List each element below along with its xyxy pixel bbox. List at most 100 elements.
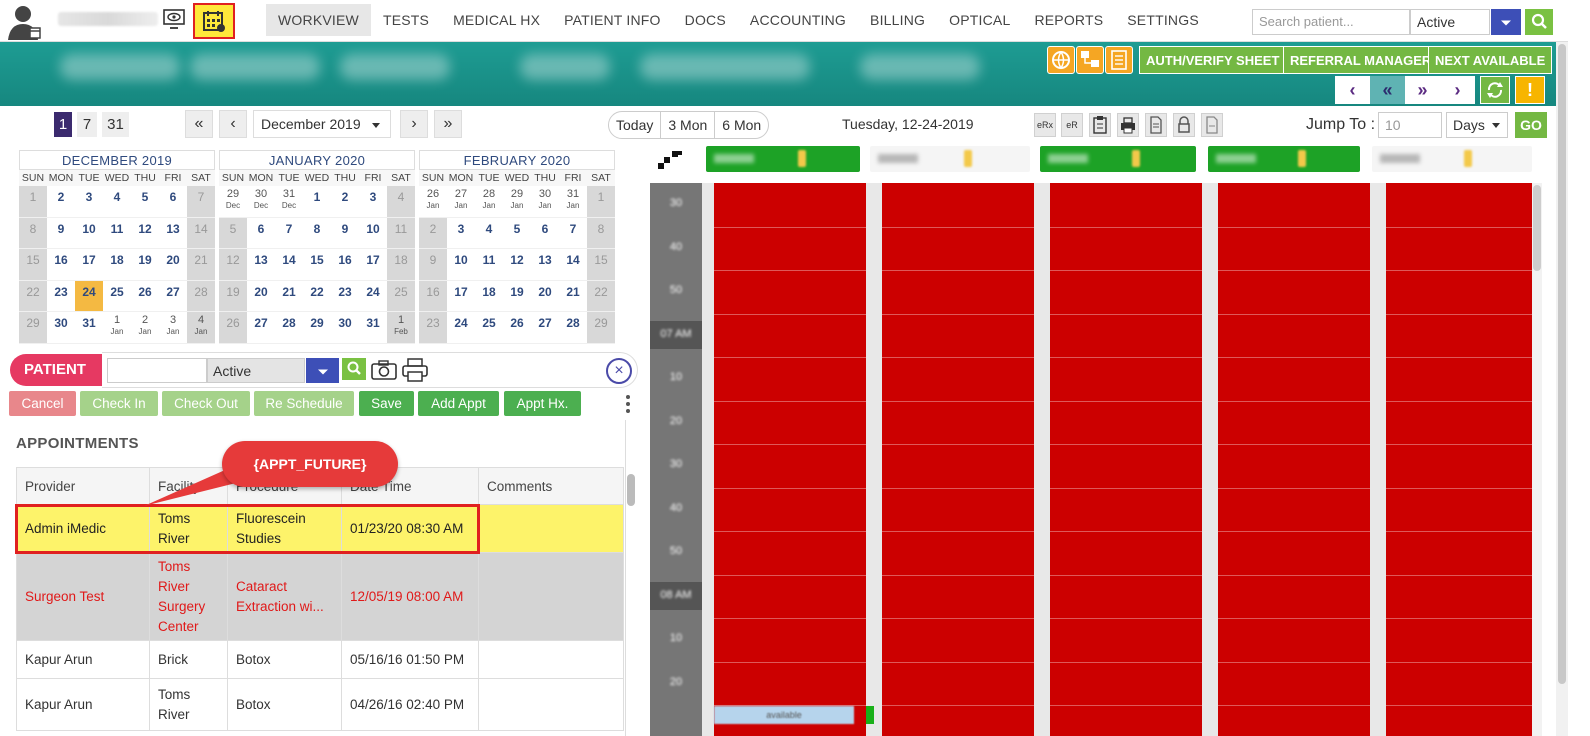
calendar-day[interactable]: 7 (559, 218, 587, 249)
jump-go-button[interactable]: GO (1515, 112, 1547, 138)
column-header[interactable]: Provider (16, 467, 150, 505)
printer-icon[interactable] (1117, 113, 1139, 137)
calendar-day[interactable]: 12 (503, 249, 531, 281)
calendar-day[interactable]: 26 (219, 312, 247, 344)
view-7-day-button[interactable]: 7 (77, 112, 97, 137)
calendar-day[interactable]: 1 (19, 186, 47, 218)
calendar-day[interactable]: 26 Jan (419, 186, 447, 218)
calendar-day[interactable]: 30 (331, 312, 359, 344)
calendar-day[interactable]: 21 (559, 281, 587, 312)
provider-column-header[interactable] (870, 146, 1030, 172)
patient-search-input[interactable]: Search patient... (1252, 9, 1410, 35)
patient-search-button[interactable] (342, 358, 366, 380)
calendar-day[interactable]: 22 (587, 280, 615, 312)
calendar-day[interactable]: 21 (187, 249, 215, 281)
calendar-day[interactable]: 2 Jan (131, 312, 159, 344)
calendar-day[interactable]: 6 (159, 186, 187, 218)
nav-optical[interactable]: OPTICAL (937, 4, 1022, 36)
calendar-day[interactable]: 5 (503, 218, 531, 249)
calendar-day[interactable]: 17 (447, 281, 475, 312)
calendar-day[interactable]: 25 (387, 280, 415, 312)
calendar-day[interactable]: 3 (75, 186, 103, 218)
calendar-day[interactable]: 12 (219, 249, 247, 281)
calendar-day[interactable]: 3 (359, 186, 387, 218)
calendar-day[interactable]: 1 Jan (103, 312, 131, 344)
calendar-day[interactable]: 31 Dec (275, 186, 303, 218)
calendar-day[interactable]: 15 (19, 249, 47, 281)
jump-to-input[interactable]: 10 (1378, 112, 1442, 138)
globe-sync-icon[interactable] (1047, 46, 1075, 74)
printer-icon[interactable] (401, 357, 429, 383)
calendar-day[interactable]: 8 (303, 218, 331, 249)
provider-column-header[interactable] (1208, 146, 1360, 172)
nav-reports[interactable]: REPORTS (1022, 4, 1115, 36)
calendar-month-title[interactable]: DECEMBER 2019 (19, 150, 215, 170)
view-1-day-button[interactable]: 1 (54, 112, 72, 137)
calendar-day[interactable]: 5 (131, 186, 159, 218)
patient-status-select[interactable]: Active (207, 358, 305, 383)
calendar-day[interactable]: 26 (503, 312, 531, 344)
provider-slot-column[interactable] (1386, 183, 1532, 736)
calendar-day[interactable]: 19 (131, 249, 159, 281)
calendar-day[interactable]: 29 (19, 312, 47, 344)
calendar-day[interactable]: 11 (387, 217, 415, 249)
calendar-day[interactable]: 4 Jan (187, 312, 215, 344)
prev-day-button[interactable]: ‹ (1335, 76, 1370, 104)
month-select[interactable]: December 2019 (253, 110, 391, 138)
calendar-day[interactable]: 20 (531, 281, 559, 312)
calendar-day[interactable]: 28 (187, 280, 215, 312)
user-avatar-icon[interactable] (6, 4, 42, 40)
calendar-day[interactable]: 3 (447, 218, 475, 249)
calendar-day[interactable]: 29 Jan (503, 186, 531, 218)
calendar-day[interactable]: 19 (219, 280, 247, 312)
calendar-day[interactable]: 27 (247, 312, 275, 344)
nav-workview[interactable]: WORKVIEW (266, 4, 371, 36)
calendar-day[interactable]: 16 (419, 280, 447, 312)
calendar-day[interactable]: 27 (531, 312, 559, 344)
provider-slot-column[interactable] (714, 183, 866, 736)
view-31-day-button[interactable]: 31 (102, 112, 129, 137)
calendar-day[interactable]: 2 (419, 217, 447, 249)
scheduler-scrollbar[interactable] (1532, 183, 1542, 736)
provider-slot-column[interactable] (1050, 183, 1202, 736)
calendar-day-today[interactable]: 24 (75, 280, 103, 312)
save-button[interactable]: Save (359, 391, 414, 416)
auth-verify-sheet-button[interactable]: AUTH/VERIFY SHEET (1139, 46, 1287, 74)
calendar-day[interactable]: 25 (475, 312, 503, 344)
calendar-day[interactable]: 4 (103, 186, 131, 218)
calendar-day[interactable]: 2 (331, 186, 359, 218)
calendar-day[interactable]: 14 (275, 249, 303, 281)
calendar-day[interactable]: 11 (103, 218, 131, 249)
provider-column-header[interactable] (1040, 146, 1196, 172)
calendar-day[interactable]: 14 (559, 249, 587, 281)
next-week-button[interactable]: » (1405, 76, 1440, 104)
check-out-button[interactable]: Check Out (162, 391, 250, 416)
cancel-button[interactable]: Cancel (9, 391, 76, 416)
calendar-day[interactable]: 30 (47, 312, 75, 344)
provider-column-header[interactable] (1372, 146, 1532, 172)
calendar-day[interactable]: 7 (187, 186, 215, 218)
calendar-day[interactable]: 20 (159, 249, 187, 281)
calendar-day[interactable]: 16 (47, 249, 75, 281)
calendar-day[interactable]: 4 (475, 218, 503, 249)
calendar-day[interactable]: 21 (275, 281, 303, 312)
calendar-day[interactable]: 2 (47, 186, 75, 218)
provider-slot-column[interactable] (882, 183, 1034, 736)
provider-slot-column[interactable] (1218, 183, 1370, 736)
document-icon[interactable] (1145, 113, 1167, 137)
calendar-day[interactable]: 3 Jan (159, 312, 187, 344)
patient-status-dropdown[interactable] (306, 358, 339, 383)
calendar-day[interactable]: 28 (559, 312, 587, 344)
calendar-day[interactable]: 27 (159, 281, 187, 312)
calendar-day[interactable]: 9 (331, 218, 359, 249)
column-header[interactable]: Comments (478, 467, 624, 505)
calendar-day[interactable]: 1 Feb (387, 312, 415, 344)
calendar-day[interactable]: 31 Jan (559, 186, 587, 218)
calendar-day[interactable]: 10 (359, 218, 387, 249)
calendar-day[interactable]: 4 (387, 186, 415, 218)
provider-column-header[interactable] (706, 146, 860, 172)
patient-name-input[interactable] (107, 358, 207, 383)
refresh-button[interactable] (1480, 76, 1510, 104)
calendar-day[interactable]: 29 (587, 312, 615, 344)
more-options-icon[interactable] (624, 393, 632, 417)
